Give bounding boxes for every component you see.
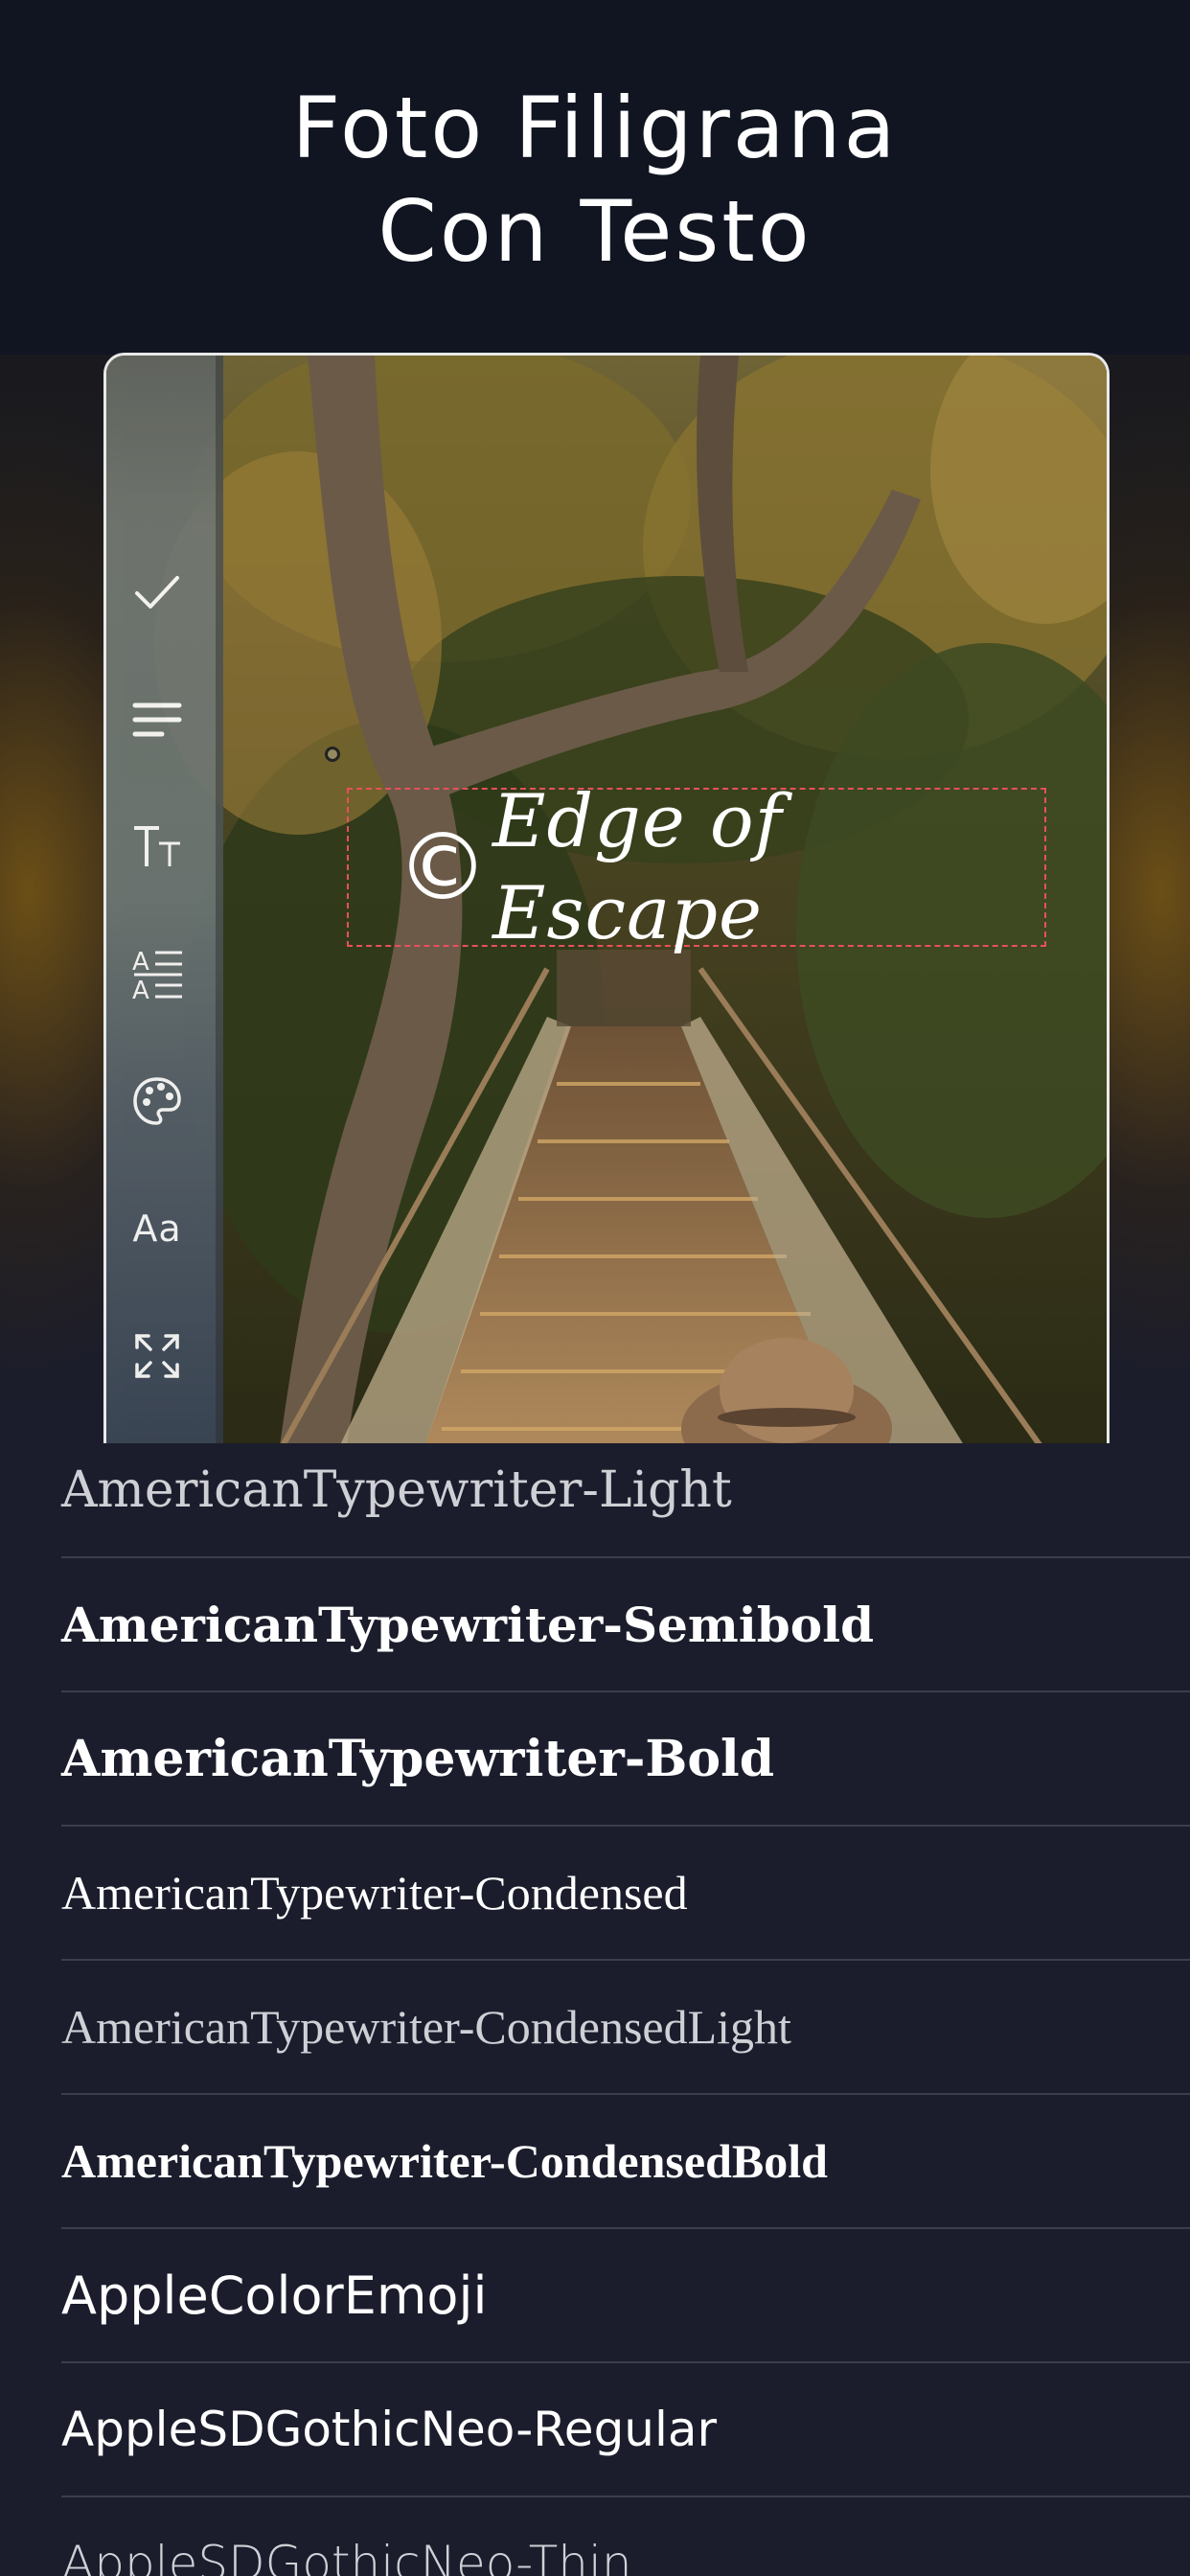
header: Foto Filigrana Con Testo — [0, 0, 1190, 364]
page-title: Foto Filigrana Con Testo — [0, 77, 1190, 284]
font-icon-label: Aa — [132, 1208, 182, 1250]
font-item[interactable]: AmericanTypewriter-CondensedBold — [61, 2095, 1190, 2229]
expand-icon[interactable] — [124, 1322, 191, 1390]
font-item[interactable]: AppleSDGothicNeo-Thin — [61, 2497, 1190, 2576]
svg-text:A: A — [132, 948, 149, 977]
font-item[interactable]: AmericanTypewriter-Light — [61, 1443, 1190, 1558]
font-item[interactable]: AmericanTypewriter-CondensedLight — [61, 1961, 1190, 2095]
font-icon[interactable]: Aa — [124, 1195, 191, 1262]
align-left-icon[interactable] — [124, 686, 191, 753]
font-item[interactable]: AmericanTypewriter-Condensed — [61, 1827, 1190, 1961]
rotate-handle[interactable] — [325, 747, 340, 762]
title-line-2: Con Testo — [378, 182, 812, 281]
palette-icon[interactable] — [124, 1068, 191, 1135]
font-list: AmericanTypewriter-Light AmericanTypewri… — [0, 1443, 1190, 2576]
text-size-icon[interactable] — [124, 814, 191, 881]
watermark-text-box[interactable]: © Edge of Escape — [347, 778, 1046, 955]
checkmark-icon[interactable] — [124, 559, 191, 626]
font-item[interactable]: AppleColorEmoji — [61, 2229, 1190, 2363]
font-item[interactable]: AmericanTypewriter-Bold — [61, 1692, 1190, 1827]
title-line-1: Foto Filigrana — [291, 79, 899, 177]
edit-toolbar: A A Aa — [106, 356, 223, 1453]
watermark-text: Edge of Escape — [492, 778, 783, 955]
line-spacing-icon[interactable]: A A — [124, 940, 191, 1007]
font-item[interactable]: AppleSDGothicNeo-Regular — [61, 2363, 1190, 2497]
svg-text:A: A — [132, 977, 149, 1002]
phone-frame: A A Aa © Edge of Escape — [103, 353, 1110, 1453]
copyright-symbol: © — [397, 814, 489, 921]
font-item[interactable]: AmericanTypewriter-Semibold — [61, 1558, 1190, 1692]
